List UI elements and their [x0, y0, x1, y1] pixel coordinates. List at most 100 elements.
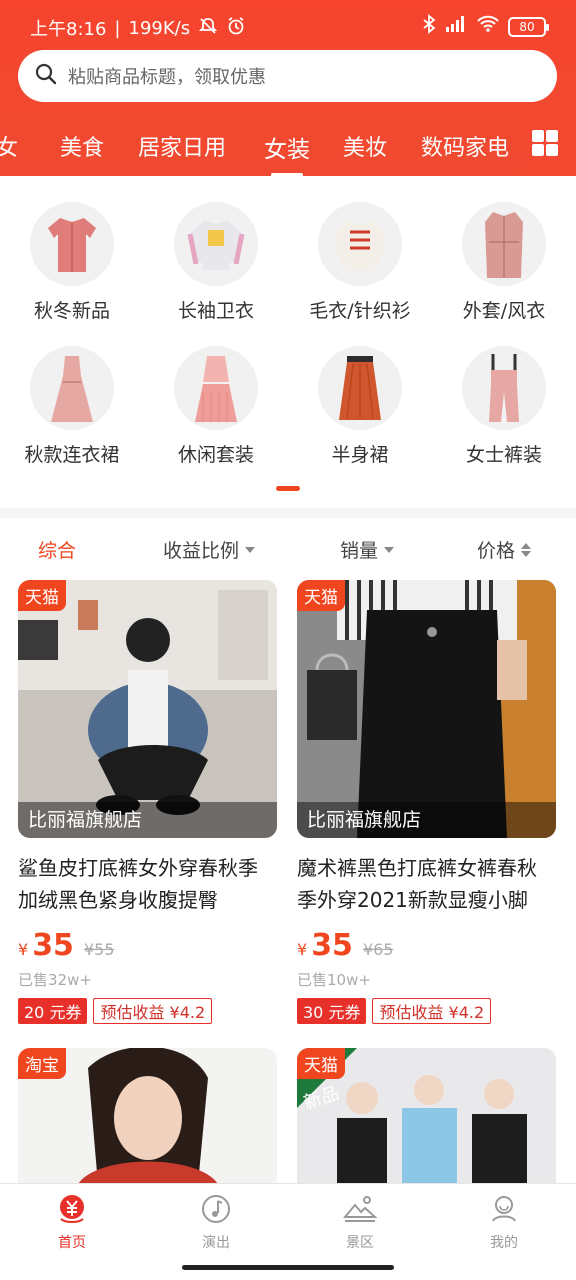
status-bar: 上午8:16 | 199K/s 80 [0, 0, 576, 52]
pink-jacket-icon [30, 202, 114, 286]
category-label: 外套/风衣 [462, 300, 546, 322]
category-item[interactable]: 秋冬新品 [0, 202, 144, 323]
shop-name: 比丽福旗舰店 [297, 802, 556, 838]
bluetooth-icon [422, 14, 436, 39]
tab-womens-wear[interactable]: 女装 [264, 130, 310, 177]
tab-partial[interactable]: 女 [0, 130, 18, 162]
battery-icon: 80 [508, 16, 549, 37]
tab-food[interactable]: 美食 [60, 130, 104, 162]
trench-coat-icon [462, 202, 546, 286]
sold-count: 已售32w+ [18, 971, 92, 989]
casual-set-icon [174, 346, 258, 430]
category-label: 毛衣/针织衫 [309, 300, 411, 322]
music-note-icon [199, 1192, 233, 1226]
product-card[interactable]: 天猫 新品 [297, 1048, 556, 1184]
shop-name: 比丽福旗舰店 [18, 802, 277, 838]
nav-home[interactable]: 首页 [32, 1192, 112, 1252]
product-tags: 20 元券 预估收益 ¥4.2 [18, 998, 277, 1024]
sort-ratio[interactable]: 收益比例 [163, 536, 256, 563]
product-image[interactable]: 天猫 比丽福旗舰店 [297, 580, 556, 838]
skirt-icon [318, 346, 402, 430]
category-label: 长袖卫衣 [177, 300, 254, 322]
product-card[interactable]: 天猫 比丽福旗舰店 鲨鱼皮打底裤女外穿春秋季加绒黑色紧身收腹提臀 ¥ 35 ¥5… [18, 580, 277, 1024]
category-label: 女士裤装 [465, 444, 542, 466]
caret-down-icon [384, 546, 395, 553]
sort-price[interactable]: 价格 [477, 536, 532, 563]
product-title[interactable]: 魔术裤黑色打底裤女裤春秋季外穿2021新款显瘦小脚 [297, 852, 556, 916]
category-label: 秋款连衣裙 [24, 444, 120, 466]
nav-label: 首页 [58, 1235, 86, 1251]
caret-down-icon [245, 546, 256, 553]
sort-ratio-label: 收益比例 [163, 540, 240, 562]
category-item[interactable]: 秋款连衣裙 [0, 346, 144, 467]
tab-beauty[interactable]: 美妆 [343, 130, 387, 162]
earning-tag: 预估收益 ¥4.2 [372, 998, 492, 1024]
search-icon [34, 62, 58, 90]
category-grid: 秋冬新品 长袖卫衣 毛衣/针织衫 外套/风衣 秋款连衣裙 休闲套装 半身裙 女士… [0, 176, 576, 506]
search-placeholder: 粘贴商品标题，领取优惠 [68, 67, 266, 88]
product-price: 35 [311, 928, 353, 963]
original-price: ¥65 [362, 940, 394, 959]
alarm-icon [226, 16, 246, 41]
nav-label: 我的 [490, 1235, 518, 1251]
wifi-icon [476, 15, 500, 38]
sort-overall[interactable]: 综合 [38, 536, 76, 563]
overalls-icon [462, 346, 546, 430]
signal-icon [444, 15, 468, 38]
product-tags: 30 元券 预估收益 ¥4.2 [297, 998, 556, 1024]
category-item[interactable]: 女士裤装 [432, 346, 576, 467]
category-label: 休闲套装 [177, 444, 254, 466]
product-card[interactable]: 淘宝 [18, 1048, 277, 1184]
currency-symbol: ¥ [18, 940, 29, 959]
tab-home[interactable]: 居家日用 [138, 130, 226, 162]
platform-badge: 天猫 [297, 1048, 345, 1079]
status-left: 上午8:16 | 199K/s [30, 15, 246, 41]
grid-menu-icon[interactable] [532, 130, 558, 156]
status-right: 80 [422, 14, 549, 39]
price-row: ¥ 35 ¥65 [297, 928, 556, 963]
platform-badge: 天猫 [18, 580, 66, 611]
nav-label: 演出 [202, 1235, 230, 1251]
search-bar[interactable]: 粘贴商品标题，领取优惠 [18, 50, 557, 102]
yen-coin-icon [55, 1192, 89, 1226]
product-image[interactable]: 淘宝 [18, 1048, 277, 1184]
mountain-icon [343, 1192, 377, 1226]
user-icon [487, 1192, 521, 1226]
nav-profile[interactable]: 我的 [464, 1192, 544, 1252]
category-item[interactable]: 外套/风衣 [432, 202, 576, 323]
page-indicator [276, 486, 300, 491]
gesture-home-bar[interactable] [182, 1265, 394, 1270]
sort-sales[interactable]: 销量 [340, 536, 395, 563]
nav-scenic[interactable]: 景区 [320, 1192, 400, 1252]
platform-badge: 淘宝 [18, 1048, 66, 1079]
coupon-tag[interactable]: 20 元券 [18, 998, 88, 1024]
coupon-tag[interactable]: 30 元券 [297, 998, 367, 1024]
sweatshirt-icon [174, 202, 258, 286]
sort-overall-label: 综合 [38, 540, 77, 562]
product-card[interactable]: 天猫 比丽福旗舰店 魔术裤黑色打底裤女裤春秋季外穿2021新款显瘦小脚 ¥ 35… [297, 580, 556, 1024]
category-item[interactable]: 休闲套装 [144, 346, 288, 467]
category-item[interactable]: 半身裙 [288, 346, 432, 467]
battery-level: 80 [519, 19, 535, 34]
category-item[interactable]: 长袖卫衣 [144, 202, 288, 323]
product-image[interactable]: 天猫 比丽福旗舰店 [18, 580, 277, 838]
product-title[interactable]: 鲨鱼皮打底裤女外穿春秋季加绒黑色紧身收腹提臀 [18, 852, 277, 916]
status-time: 上午8:16 [30, 19, 107, 40]
product-image[interactable]: 天猫 新品 [297, 1048, 556, 1184]
tab-digital[interactable]: 数码家电 [421, 130, 509, 162]
category-tabs: 女 美食 居家日用 女装 美妆 数码家电 [0, 118, 576, 177]
product-price: 35 [32, 928, 74, 963]
status-divider: | [114, 17, 121, 39]
nav-shows[interactable]: 演出 [176, 1192, 256, 1252]
category-label: 秋冬新品 [33, 300, 110, 322]
platform-badge: 天猫 [297, 580, 345, 611]
category-item[interactable]: 毛衣/针织衫 [288, 202, 432, 323]
app-page: 上午8:16 | 199K/s 80 粘贴商品标题，领取优惠 女 美食 居家日用… [0, 0, 576, 1280]
sold-count: 已售10w+ [297, 971, 371, 989]
section-separator [0, 508, 576, 518]
earning-tag: 预估收益 ¥4.2 [93, 998, 213, 1024]
sweater-icon [318, 202, 402, 286]
original-price: ¥55 [83, 940, 115, 959]
sort-arrows-icon [521, 542, 532, 557]
price-row: ¥ 35 ¥55 [18, 928, 277, 963]
